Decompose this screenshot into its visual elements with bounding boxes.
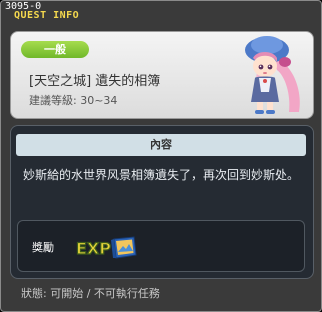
quest-name: [天空之城] 遺失的相簿	[29, 74, 161, 89]
quest-status: 狀態: 可開始 / 不可執行任務	[21, 287, 160, 300]
window-title: QUEST INFO	[14, 10, 80, 21]
reward-label: 獎勵	[32, 241, 54, 254]
npc-portrait-icon	[245, 36, 300, 114]
exp-badge-icon: EXP	[76, 239, 111, 258]
quest-description: 妙斯給的水世界风景相簿遺失了，再次回到妙斯处。	[23, 168, 300, 182]
recommended-level: 建議等級: 30~34	[29, 94, 118, 107]
quest-info-window: 3095-0 QUEST INFO 一般 [天空之城] 遺失的相簿 建議等級: …	[0, 0, 322, 312]
album-book-icon	[111, 236, 137, 259]
exp-reward-icon[interactable]: EXP	[74, 235, 138, 259]
category-badge: 一般	[21, 41, 89, 58]
content-heading: 內容	[16, 134, 306, 156]
reward-box: 獎勵 EXP	[17, 220, 305, 272]
content-panel: 內容 妙斯給的水世界风景相簿遺失了，再次回到妙斯处。 獎勵 EXP	[10, 125, 314, 279]
quest-header-panel: 一般 [天空之城] 遺失的相簿 建議等級: 30~34	[10, 31, 314, 119]
